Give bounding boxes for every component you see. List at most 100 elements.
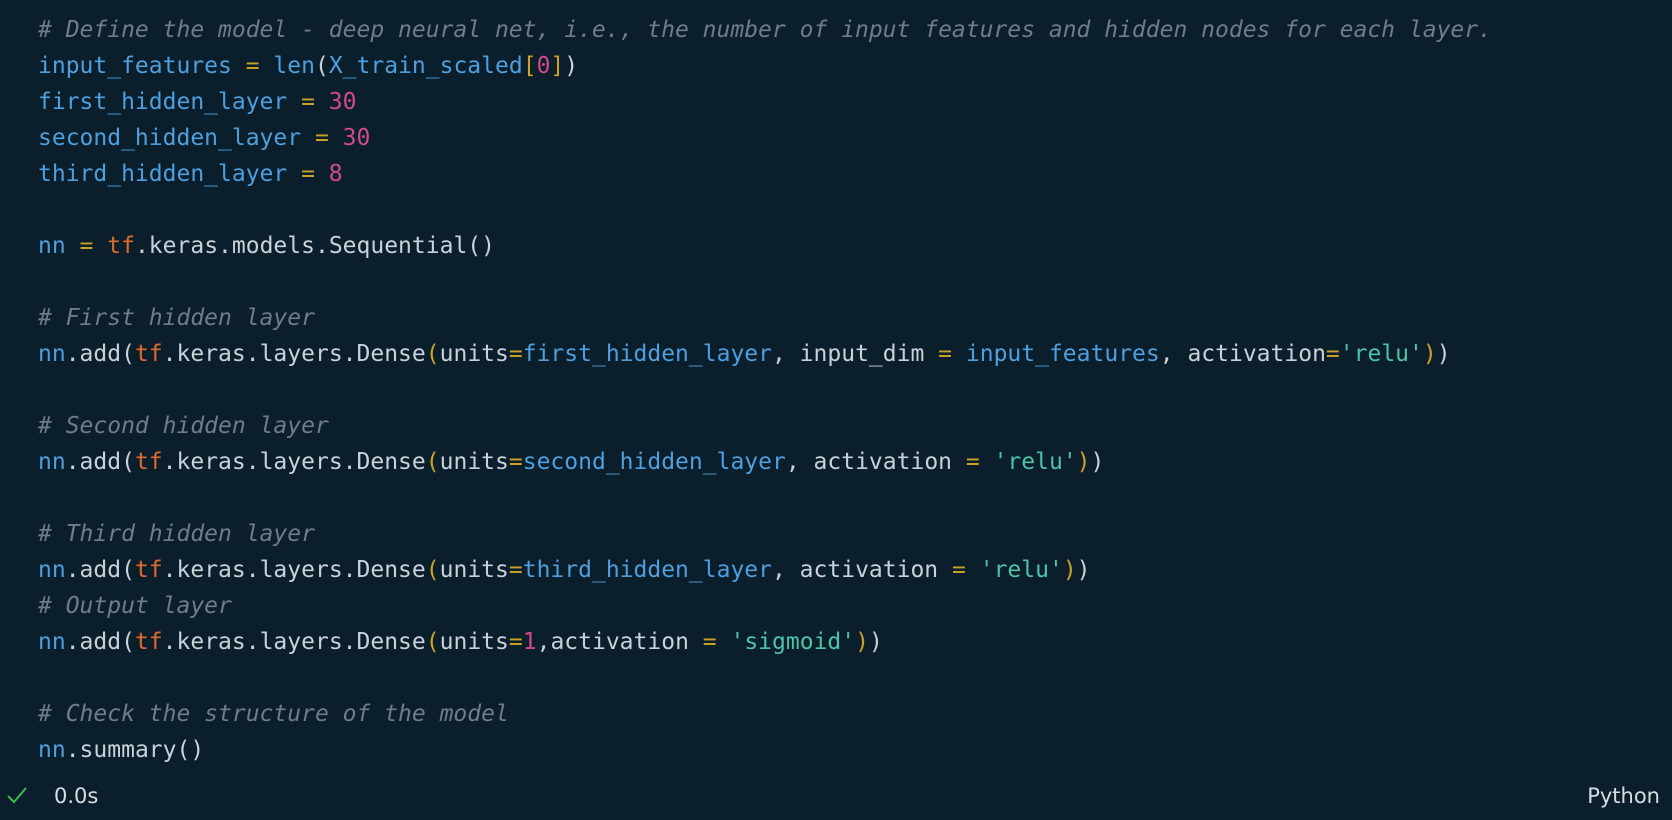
code-line: second_hidden_layer = 30 bbox=[38, 120, 1492, 156]
code-token-var: second_hidden_layer bbox=[38, 125, 302, 151]
code-line: # Third hidden layer bbox=[38, 516, 1492, 552]
code-token-var: nn bbox=[38, 233, 66, 259]
code-line: nn.add(tf.keras.layers.Dense(units=first… bbox=[38, 336, 1492, 372]
code-token-var: X_train_scaled bbox=[328, 53, 523, 79]
code-token-comment: # Check the structure of the model bbox=[38, 701, 509, 727]
code-line: nn.add(tf.keras.layers.Dense(units = secon… bbox=[38, 444, 1492, 480]
code-token-op: = bbox=[702, 629, 717, 655]
code-line: first_hidden_layer = 30 bbox=[38, 84, 1492, 120]
code-token-plain: units bbox=[439, 557, 509, 583]
code-token-module: tf bbox=[134, 557, 163, 583]
code-token-comment: # First hidden layer bbox=[38, 305, 315, 331]
code-token-str: 'relu' bbox=[1339, 341, 1423, 367]
notebook-cell[interactable]: # Define the model - deep neural net, i.… bbox=[0, 0, 1672, 820]
code-token-var: second_hidden_layer bbox=[522, 449, 786, 475]
code-token-paren: ) bbox=[1062, 557, 1077, 583]
code-token-builtin: len bbox=[273, 53, 315, 79]
code-line: nn.add(tf.keras.layers.Dense(units=1,act… bbox=[38, 624, 1492, 660]
code-token-paren: ) bbox=[1422, 341, 1437, 367]
code-token-plain: units bbox=[439, 449, 509, 475]
code-token-plain: .keras.layers.Dense bbox=[162, 557, 426, 583]
code-token-op: = bbox=[952, 557, 966, 583]
code-token-op: = bbox=[287, 161, 329, 187]
code-token-var: nn bbox=[38, 449, 66, 475]
code-token-num: 1 bbox=[522, 629, 537, 655]
code-token-paren: ) bbox=[1076, 449, 1091, 475]
code-token-plain: ) bbox=[1090, 449, 1105, 475]
code-token-comment: # Define the model - deep neural net, i.… bbox=[38, 17, 1492, 43]
code-token-plain: .add( bbox=[65, 341, 135, 367]
code-token-op: = bbox=[287, 89, 329, 115]
code-token-op: = bbox=[508, 341, 523, 367]
code-token-plain: .add( bbox=[65, 449, 135, 475]
code-line: input_features = len(X_train_scaled[0]) bbox=[38, 48, 1492, 84]
checkmark-icon bbox=[7, 787, 27, 804]
code-token-op: = bbox=[1325, 341, 1340, 367]
code-token-var: input_features bbox=[38, 53, 232, 79]
code-token-str: 'relu' bbox=[993, 449, 1077, 475]
code-token-plain: , input_dim bbox=[771, 341, 939, 367]
code-token-plain: .keras.layers.Dense bbox=[162, 449, 426, 475]
code-line: # Second hidden layer bbox=[38, 408, 1492, 444]
code-token-plain: ) bbox=[868, 629, 883, 655]
code-token-var: nn bbox=[38, 341, 66, 367]
code-line: third_hidden_layer = 8 bbox=[38, 156, 1492, 192]
code-token-plain: , activation bbox=[1159, 341, 1326, 367]
code-token-paren: [ bbox=[522, 53, 537, 79]
code-token-op: = bbox=[508, 557, 523, 583]
code-token-var: nn bbox=[38, 629, 66, 655]
code-token-plain: , activation bbox=[771, 557, 952, 583]
code-token-plain: .add( bbox=[65, 629, 135, 655]
code-token-paren: ( bbox=[425, 629, 440, 655]
language-selector[interactable]: Python bbox=[1587, 784, 1660, 808]
code-line: nn = tf.keras.models.Sequential() bbox=[38, 228, 1492, 264]
code-token-var: first_hidden_layer bbox=[38, 89, 288, 115]
code-line: nn.summary() bbox=[38, 732, 1492, 768]
code-token-paren: ( bbox=[425, 557, 440, 583]
code-token-module: tf bbox=[134, 449, 163, 475]
code-token-plain: .keras.layers.Dense bbox=[162, 341, 426, 367]
code-token-plain: .add( bbox=[65, 557, 135, 583]
code-line: # Define the model - deep neural net, i.… bbox=[38, 12, 1492, 48]
code-token-op: = bbox=[965, 449, 980, 475]
code-token-plain: ,activation bbox=[536, 629, 703, 655]
code-token-var: third_hidden_layer bbox=[38, 161, 288, 187]
code-token-var: input_features bbox=[965, 341, 1160, 367]
code-line: # First hidden layer bbox=[38, 300, 1492, 336]
code-token-plain: .keras.layers.Dense bbox=[162, 629, 426, 655]
code-token-num: 8 bbox=[328, 161, 343, 187]
code-token-num: 30 bbox=[342, 125, 371, 151]
code-token-op: = bbox=[231, 53, 274, 79]
code-token-op: = bbox=[301, 125, 343, 151]
code-token-plain: ) bbox=[1076, 557, 1091, 583]
code-token-module: tf bbox=[134, 341, 163, 367]
code-token-paren: ( bbox=[425, 341, 440, 367]
code-token-comment: # Third hidden layer bbox=[38, 521, 315, 547]
code-token-plain: .keras.models.Sequential() bbox=[134, 233, 495, 259]
code-token-paren: ( bbox=[425, 449, 440, 475]
code-token-plain: ( bbox=[314, 53, 329, 79]
execution-time: 0.0s bbox=[54, 784, 99, 808]
code-token-module: tf bbox=[107, 233, 135, 259]
code-token-var: nn bbox=[38, 557, 66, 583]
code-editor[interactable]: # Define the model - deep neural net, i.… bbox=[38, 12, 1492, 768]
code-line: # Output layer bbox=[38, 588, 1492, 624]
code-token-plain: ) bbox=[1436, 341, 1451, 367]
code-token-plain: units bbox=[439, 629, 509, 655]
code-token-op: = bbox=[65, 233, 108, 259]
code-token-str: 'relu' bbox=[979, 557, 1063, 583]
code-line: # Check the structure of the model bbox=[38, 696, 1492, 732]
code-token-num: 30 bbox=[328, 89, 357, 115]
code-token-str: 'sigmoid' bbox=[730, 629, 856, 655]
code-token-op: = bbox=[938, 341, 953, 367]
code-token-plain: units bbox=[439, 341, 509, 367]
code-token-plain: .summary() bbox=[65, 737, 205, 763]
code-token-plain: ) bbox=[564, 53, 579, 79]
